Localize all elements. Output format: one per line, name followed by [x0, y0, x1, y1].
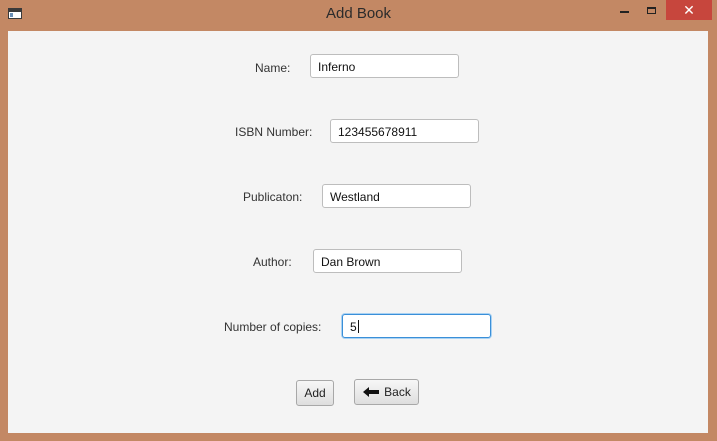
publication-field[interactable]: Westland: [322, 184, 471, 208]
author-label: Author:: [253, 255, 292, 269]
minimize-button[interactable]: [611, 0, 638, 20]
copies-value: 5: [350, 320, 357, 334]
add-button[interactable]: Add: [296, 380, 334, 406]
isbn-field[interactable]: 123455678911: [330, 119, 479, 143]
maximize-icon: [647, 6, 656, 14]
isbn-label: ISBN Number:: [235, 125, 313, 139]
minimize-icon: [620, 11, 629, 13]
close-icon: ✕: [683, 1, 695, 18]
add-book-window: Add Book ✕ Name: Inferno ISBN Number: 12…: [0, 0, 717, 441]
window-title: Add Book: [325, 5, 392, 22]
name-field[interactable]: Inferno: [310, 54, 459, 78]
publication-label: Publicaton:: [243, 190, 303, 204]
title-bar[interactable]: Add Book ✕: [0, 0, 717, 30]
back-button[interactable]: Back: [354, 379, 419, 405]
copies-label: Number of copies:: [224, 320, 322, 334]
back-label: Back: [384, 385, 411, 399]
text-caret: [357, 320, 359, 333]
copies-field[interactable]: 5: [342, 314, 491, 338]
maximize-button[interactable]: [638, 0, 665, 20]
author-field[interactable]: Dan Brown: [313, 249, 462, 273]
name-label: Name:: [255, 61, 291, 75]
form-panel: Name: Inferno ISBN Number: 123455678911 …: [8, 31, 708, 433]
close-button[interactable]: ✕: [666, 0, 712, 20]
arrow-left-icon: [363, 387, 380, 397]
